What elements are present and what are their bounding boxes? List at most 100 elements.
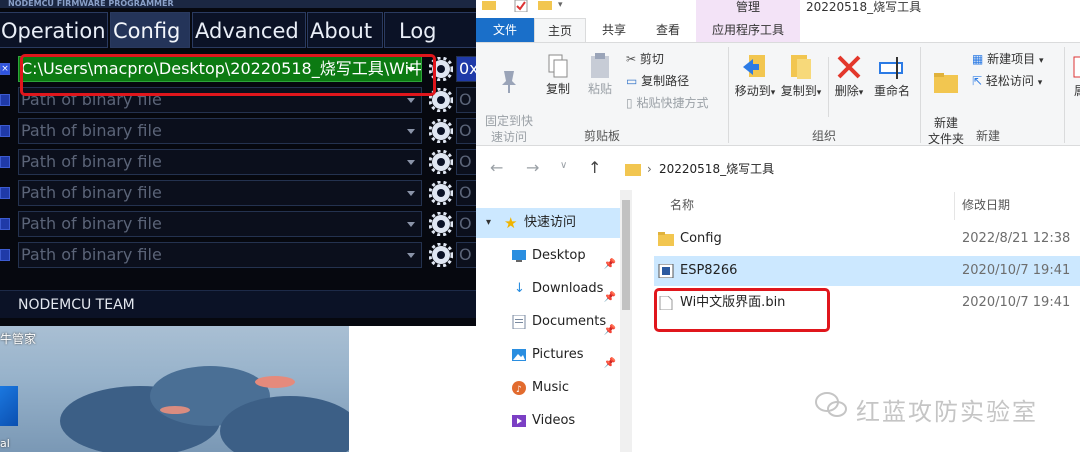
cut-button[interactable]: ✂ 剪切	[626, 51, 664, 67]
copy-label: 复制	[545, 82, 570, 96]
row-checkbox[interactable]	[0, 249, 10, 261]
offset-field[interactable]: 0x	[456, 56, 476, 82]
scrollbar-thumb[interactable]	[622, 200, 630, 310]
folder-icon[interactable]	[482, 0, 496, 10]
binary-row: Path of binary file O	[0, 117, 476, 145]
gear-icon[interactable]	[429, 243, 453, 267]
row-checkbox[interactable]	[0, 218, 10, 230]
row-checkbox[interactable]	[0, 125, 10, 137]
nav-pane-scrollbar[interactable]	[620, 190, 632, 452]
chevron-down-icon[interactable]	[407, 129, 415, 134]
nav-item-downloads[interactable]: ↓ Downloads 📌	[476, 274, 620, 304]
breadcrumb-folder[interactable]: 20220518_烧写工具	[659, 157, 774, 181]
column-header-name[interactable]: 名称	[670, 196, 694, 213]
binary-path-placeholder: Path of binary file	[21, 121, 162, 140]
chevron-down-icon[interactable]	[407, 253, 415, 258]
row-checkbox[interactable]	[0, 156, 10, 168]
offset-field[interactable]: O	[456, 87, 476, 113]
chevron-down-icon[interactable]	[407, 160, 415, 165]
column-divider[interactable]	[954, 192, 955, 220]
offset-field[interactable]: O	[456, 180, 476, 206]
nav-item-videos[interactable]: Videos	[476, 406, 620, 436]
cut-label: 剪切	[639, 52, 664, 66]
copy-icon	[548, 54, 568, 78]
gear-icon[interactable]	[429, 181, 453, 205]
offset-field[interactable]: O	[456, 149, 476, 175]
file-name: Config	[680, 231, 722, 246]
tab-share[interactable]: 共享	[588, 18, 640, 42]
offset-field[interactable]: O	[456, 118, 476, 144]
ribbon-tab-bar: 文件 主页 共享 查看 应用程序工具	[476, 18, 1080, 42]
binary-path-field[interactable]: Path of binary file	[18, 211, 422, 237]
paste-icon	[591, 53, 609, 78]
new-folder-button[interactable]: 新建 文件夹	[924, 53, 968, 147]
binary-path-field[interactable]: Path of binary file	[18, 149, 422, 175]
nav-item-quick-access[interactable]: ▾ ★ 快速访问	[476, 208, 620, 238]
new-folder-qat-icon[interactable]	[538, 0, 552, 10]
desktop-wallpaper: 牛管家 al	[0, 326, 349, 452]
copy-to-label: 复制到	[780, 84, 817, 98]
recent-locations-icon[interactable]: ∨	[560, 160, 567, 171]
tab-advanced[interactable]: Advanced	[192, 12, 306, 48]
nav-item-documents[interactable]: Documents 📌	[476, 307, 620, 337]
binary-path-placeholder: Path of binary file	[21, 183, 162, 202]
paste-shortcut-button[interactable]: ▯ 粘贴快捷方式	[626, 95, 708, 111]
tab-home[interactable]: 主页	[534, 18, 586, 42]
wechat-logo-icon	[815, 392, 847, 417]
row-checkbox[interactable]: ×	[0, 63, 10, 75]
up-arrow-icon[interactable]: ↑	[588, 158, 601, 177]
copy-to-button[interactable]: 复制到▾	[780, 53, 822, 101]
expand-chevron-icon[interactable]: ▾	[486, 208, 491, 238]
quick-access-toolbar: ▾ 管理 20220518_烧写工具	[476, 0, 1080, 18]
tab-log[interactable]: Log	[384, 12, 476, 48]
nav-item-music[interactable]: ♪ Music	[476, 373, 620, 403]
footer-team-label: NODEMCU TEAM	[0, 290, 476, 318]
chevron-down-icon[interactable]	[407, 98, 415, 103]
address-bar[interactable]: › 20220518_烧写工具	[618, 156, 1080, 182]
column-header-modified[interactable]: 修改日期	[962, 196, 1010, 213]
offset-field[interactable]: O	[456, 211, 476, 237]
move-to-button[interactable]: 移动到▾	[734, 53, 776, 101]
copy-button[interactable]: 复制	[540, 53, 576, 97]
tab-about[interactable]: About	[307, 12, 383, 48]
row-checkbox[interactable]	[0, 94, 10, 106]
chevron-down-icon[interactable]	[407, 191, 415, 196]
row-checkbox[interactable]	[0, 187, 10, 199]
nav-item-desktop[interactable]: Desktop 📌	[476, 241, 620, 271]
copy-path-label: 复制路径	[641, 74, 690, 88]
offset-field[interactable]: O	[456, 242, 476, 268]
tab-view[interactable]: 查看	[642, 18, 694, 42]
tab-app-tools[interactable]: 应用程序工具	[696, 18, 800, 42]
tab-config[interactable]: Config	[110, 12, 190, 48]
app-shortcut-icon[interactable]	[0, 386, 18, 426]
documents-icon	[512, 315, 526, 329]
watermark-text: 红蓝攻防实验室	[856, 398, 1038, 426]
qat-dropdown-icon[interactable]: ▾	[558, 0, 563, 10]
pin-quick-access-button[interactable]: 固定到快 速访问	[482, 53, 536, 145]
new-item-button[interactable]: ▦ 新建项目 ▾	[972, 51, 1044, 69]
delete-button[interactable]: 删除▾	[832, 53, 866, 101]
tab-file[interactable]: 文件	[476, 18, 534, 42]
paste-button[interactable]: 粘贴	[582, 53, 618, 97]
new-group-label: 新建	[976, 129, 1001, 143]
file-row-config[interactable]: Config 2022/8/21 12:38	[654, 224, 1080, 254]
easy-access-button[interactable]: ⇱ 轻松访问 ▾	[972, 73, 1042, 91]
chevron-down-icon[interactable]	[407, 222, 415, 227]
navigation-pane: ▾ ★ 快速访问 Desktop 📌 ↓ Downloads 📌 Documen…	[476, 200, 626, 452]
binary-path-field[interactable]: Path of binary file	[18, 118, 422, 144]
gear-icon[interactable]	[429, 212, 453, 236]
properties-button[interactable]: 属	[1070, 53, 1080, 99]
file-row-esp8266[interactable]: ESP8266 2020/10/7 19:41	[654, 256, 1080, 286]
tab-operation[interactable]: Operation	[0, 12, 108, 48]
nav-item-pictures[interactable]: Pictures 📌	[476, 340, 620, 370]
tab-bar: Operation Config Advanced About Log	[0, 12, 476, 48]
back-arrow-icon[interactable]: ←	[490, 158, 503, 177]
properties-icon[interactable]	[514, 0, 528, 12]
copy-path-button[interactable]: ▭ 复制路径	[626, 73, 689, 89]
gear-icon[interactable]	[429, 119, 453, 143]
binary-path-field[interactable]: Path of binary file	[18, 180, 422, 206]
gear-icon[interactable]	[429, 150, 453, 174]
rename-button[interactable]: 重命名	[872, 53, 912, 99]
binary-path-field[interactable]: Path of binary file	[18, 242, 422, 268]
forward-arrow-icon[interactable]: →	[526, 158, 539, 177]
